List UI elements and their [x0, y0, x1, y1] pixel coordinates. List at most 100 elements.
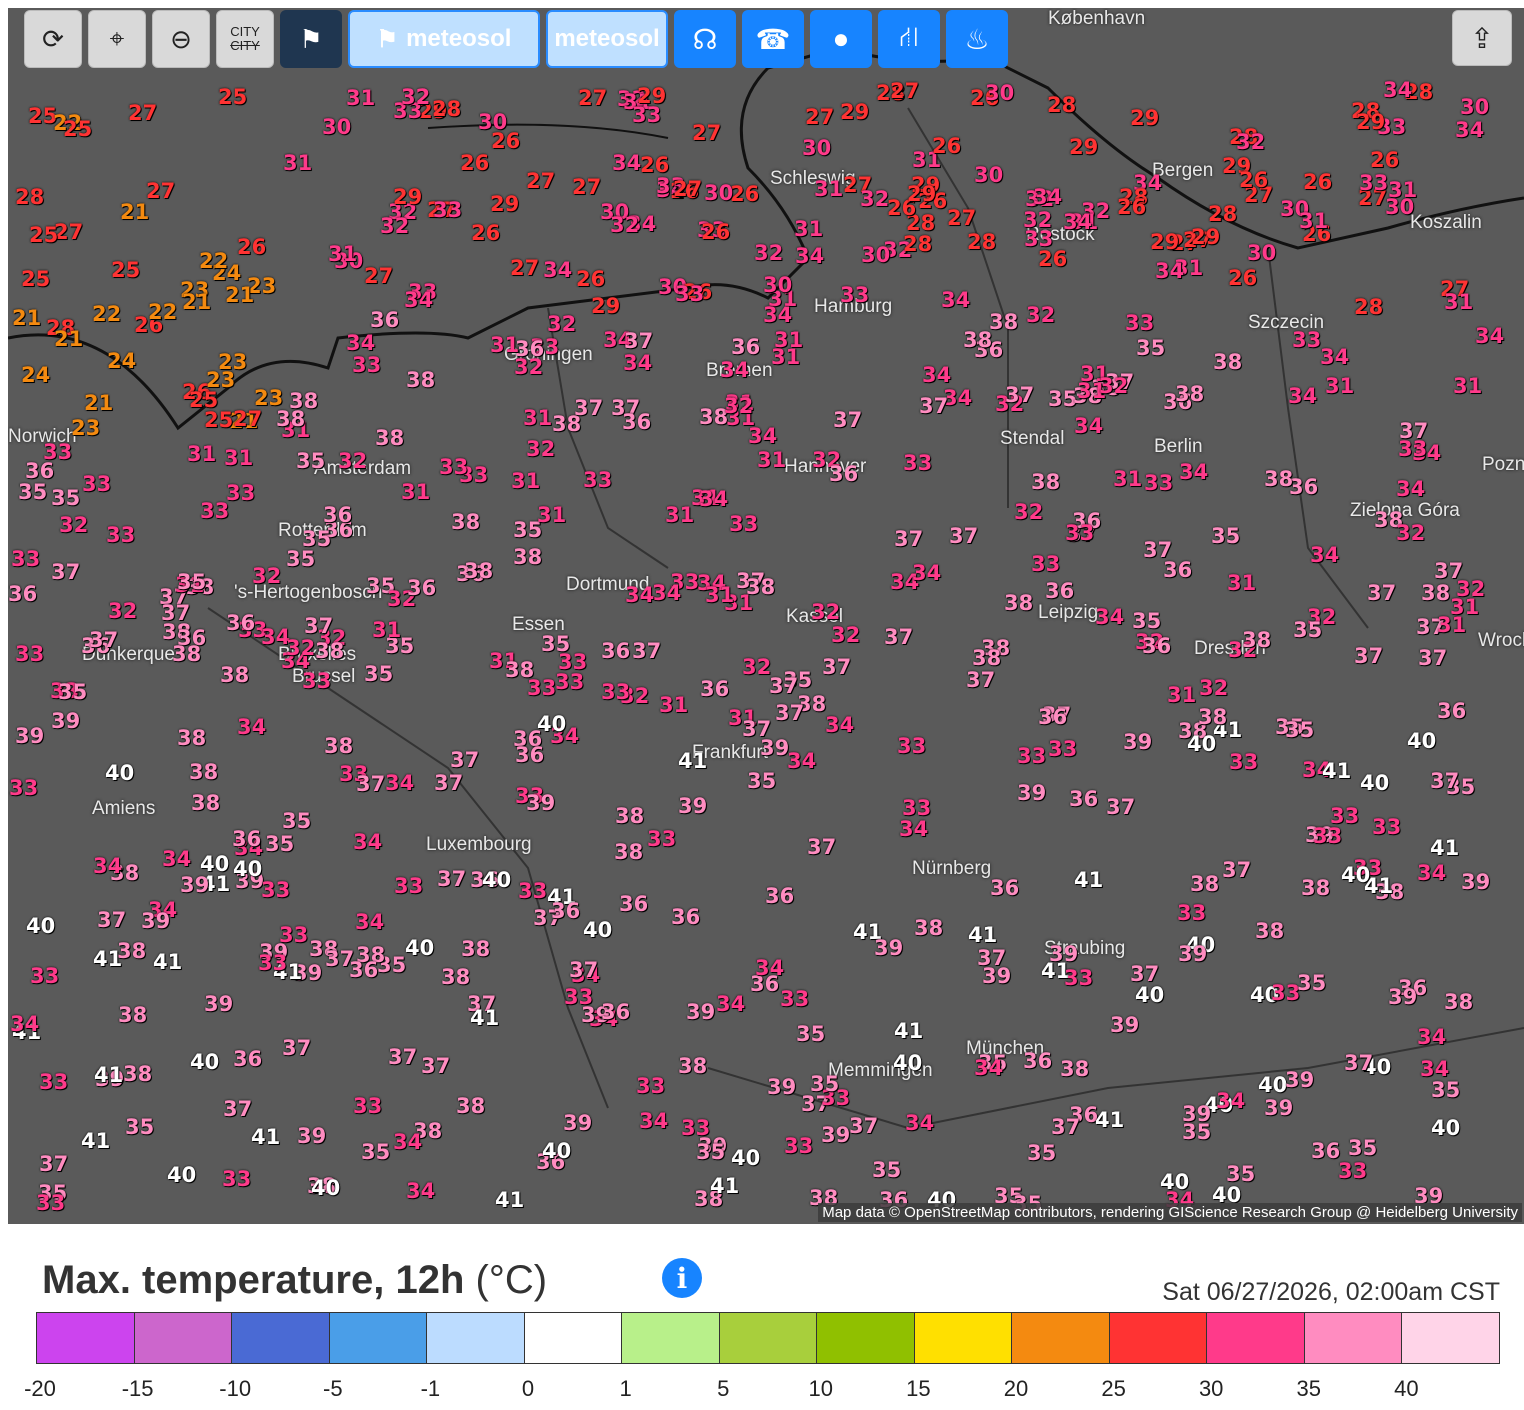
temperature-value: 37	[1106, 795, 1136, 819]
temperature-value: 41	[251, 1125, 281, 1149]
color-swatch	[817, 1313, 915, 1363]
location-button[interactable]: ⌖	[88, 10, 146, 68]
road-button[interactable]: ⛙	[878, 10, 940, 68]
city-label: Wroclaw	[1478, 630, 1524, 651]
temperature-value: 32	[59, 513, 89, 537]
temperature-value: 36	[25, 459, 55, 483]
refresh-button[interactable]: ⟳	[24, 10, 82, 68]
temperature-value: 32	[724, 394, 754, 418]
temperature-value: 36	[515, 743, 545, 767]
temperature-value: 40	[731, 1146, 761, 1170]
temperature-value: 37	[1051, 1115, 1081, 1139]
temperature-value: 34	[748, 424, 778, 448]
temperature-value: 38	[505, 658, 535, 682]
temperature-value: 41	[968, 923, 998, 947]
city-label: Zielona Góra	[1350, 500, 1460, 521]
color-swatch	[622, 1313, 720, 1363]
temperature-value: 36	[700, 677, 730, 701]
temperature-value: 36	[1069, 787, 1099, 811]
temperature-value: 34	[625, 583, 655, 607]
temperature-value: 37	[51, 560, 81, 584]
temperature-value: 34	[1417, 1025, 1447, 1049]
temperature-value: 39	[678, 794, 708, 818]
temperature-value: 36	[619, 892, 649, 916]
observer-button[interactable]: ☊	[674, 10, 736, 68]
temperature-value: 31	[283, 151, 313, 175]
temperature-value: 41	[1095, 1108, 1125, 1132]
color-swatch	[1207, 1313, 1305, 1363]
map-attribution[interactable]: Map data © OpenStreetMap contributors, r…	[818, 1203, 1522, 1222]
temperature-value: 27	[510, 256, 540, 280]
temperature-value: 36	[622, 410, 652, 434]
station-c-button[interactable]: ⚑	[280, 10, 342, 68]
temperature-value: 34	[922, 363, 952, 387]
temperature-value: 35	[1211, 524, 1241, 548]
meteosol-station-button[interactable]: ⚑ meteosol	[348, 10, 540, 68]
temperature-value: 33	[1144, 471, 1174, 495]
temperature-value: 32	[252, 564, 282, 588]
zoom-out-button[interactable]: ⊖	[152, 10, 210, 68]
temperature-value: 37	[282, 1036, 312, 1060]
temperature-value: 33	[518, 879, 548, 903]
temperature-value: 22	[199, 249, 229, 273]
temperature-value: 38	[375, 426, 405, 450]
temperature-value: 35	[51, 486, 81, 510]
weather-map[interactable]: København Schleswig Rostock Bergen Kosza…	[8, 8, 1524, 1224]
temperature-value: 29	[840, 100, 870, 124]
temperature-value: 29	[1130, 106, 1160, 130]
temperature-value: 37	[1418, 646, 1448, 670]
balloon-button[interactable]: ●	[810, 10, 872, 68]
temperature-value: 32	[1026, 303, 1056, 327]
temperature-value: 31	[401, 480, 431, 504]
temperature-value: 27	[572, 175, 602, 199]
temperature-value: 33	[1177, 901, 1207, 925]
temperature-value: 33	[30, 964, 60, 988]
temperature-value: 30	[1460, 95, 1490, 119]
city-toggle-button[interactable]: CITY CITY	[216, 10, 274, 68]
scale-tick-label: 20	[1003, 1376, 1029, 1401]
temperature-value: 35	[696, 1140, 726, 1164]
meteosol-button[interactable]: meteosol	[546, 10, 668, 68]
temperature-value: 37	[434, 771, 464, 795]
temperature-value: 37	[966, 668, 996, 692]
temperature-value: 37	[1222, 858, 1252, 882]
temperature-value: 35	[58, 680, 88, 704]
temperature-value: 37	[1430, 769, 1460, 793]
temperature-value: 34	[1074, 414, 1104, 438]
temperature-value: 21	[84, 391, 114, 415]
fire-button[interactable]: ♨	[946, 10, 1008, 68]
temperature-value: 29	[1191, 225, 1221, 249]
temperature-value: 27	[364, 264, 394, 288]
temperature-value: 33	[647, 827, 677, 851]
info-button[interactable]: i	[662, 1258, 702, 1298]
temperature-value: 27	[673, 177, 703, 201]
temperature-value: 34	[162, 847, 192, 871]
temperature-value: 38	[177, 726, 207, 750]
mobile-report-button[interactable]: ☎	[742, 10, 804, 68]
temperature-value: 31	[1325, 374, 1355, 398]
temperature-value: 38	[315, 639, 345, 663]
temperature-value: 40	[537, 712, 567, 736]
temperature-value: 33	[1359, 171, 1389, 195]
share-button[interactable]: ⇪	[1452, 10, 1512, 66]
legend-title: Max. temperature, 12h (°C)	[42, 1258, 547, 1303]
temperature-value: 34	[941, 288, 971, 312]
temperature-value: 34	[912, 561, 942, 585]
temperature-value: 34	[974, 1056, 1004, 1080]
temperature-value: 27	[692, 121, 722, 145]
temperature-value: 40	[893, 1051, 923, 1075]
temperature-value: 38	[406, 368, 436, 392]
temperature-value: 37	[388, 1045, 418, 1069]
temperature-value: 31	[794, 217, 824, 241]
temperature-value: 38	[118, 1003, 148, 1027]
temperature-value: 27	[890, 79, 920, 103]
temperature-value: 37	[884, 625, 914, 649]
temperature-value: 38	[1031, 470, 1061, 494]
temperature-value: 29	[1356, 110, 1386, 134]
scale-tick-label: -1	[420, 1376, 441, 1401]
temperature-value: 38	[963, 328, 993, 352]
scale-tick-label: 0	[521, 1376, 535, 1401]
temperature-value: 26	[701, 220, 731, 244]
temperature-value: 34	[93, 854, 123, 878]
temperature-value: 38	[914, 916, 944, 940]
